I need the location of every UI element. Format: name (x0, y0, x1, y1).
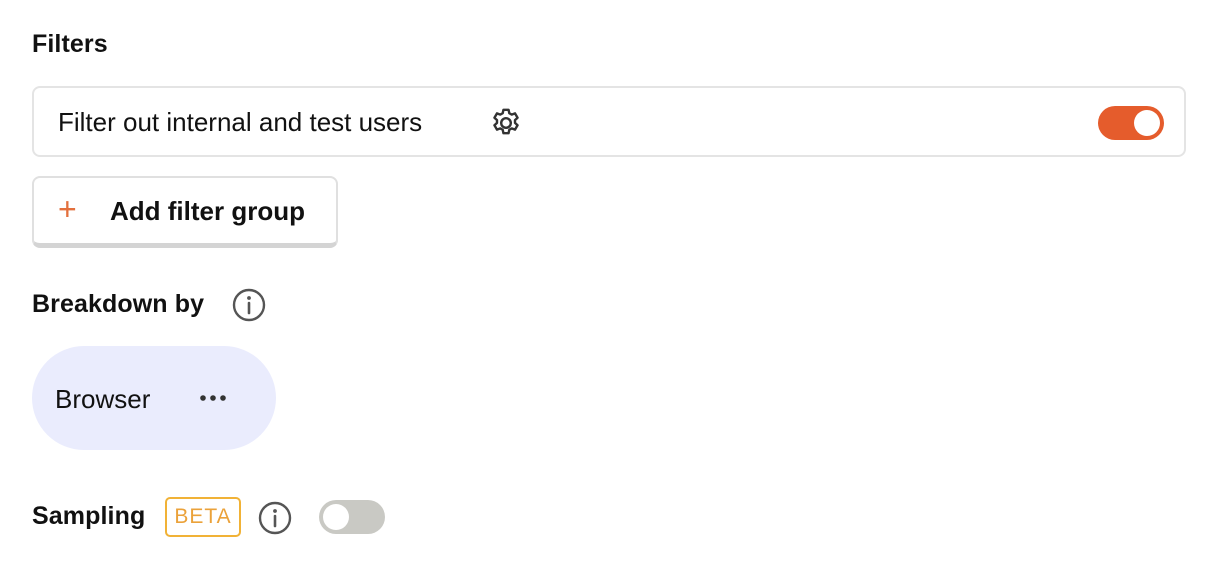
toggle-knob (323, 504, 349, 530)
beta-badge: BETA (165, 497, 241, 537)
sampling-toggle[interactable] (319, 500, 385, 534)
more-horizontal-icon[interactable] (198, 386, 228, 410)
breakdown-item-browser[interactable]: Browser (32, 346, 276, 450)
sampling-heading: Sampling (32, 502, 146, 530)
breakdown-heading: Breakdown by (32, 290, 205, 318)
info-icon[interactable] (231, 287, 267, 323)
gear-icon[interactable] (488, 105, 524, 141)
add-filter-group-label: Add filter group (110, 196, 305, 226)
toggle-knob (1134, 110, 1160, 136)
plus-icon: + (58, 191, 77, 227)
test-users-filter-label: Filter out internal and test users (58, 107, 423, 137)
insight-settings-panel: Filters Filter out internal and test use… (0, 0, 1208, 576)
filters-heading: Filters (32, 30, 108, 58)
info-icon[interactable] (257, 500, 293, 536)
breakdown-item-label: Browser (55, 384, 151, 414)
add-filter-group-button[interactable]: + Add filter group (32, 176, 338, 248)
test-users-filter-row: Filter out internal and test users (32, 86, 1186, 157)
test-users-toggle[interactable] (1098, 106, 1164, 140)
